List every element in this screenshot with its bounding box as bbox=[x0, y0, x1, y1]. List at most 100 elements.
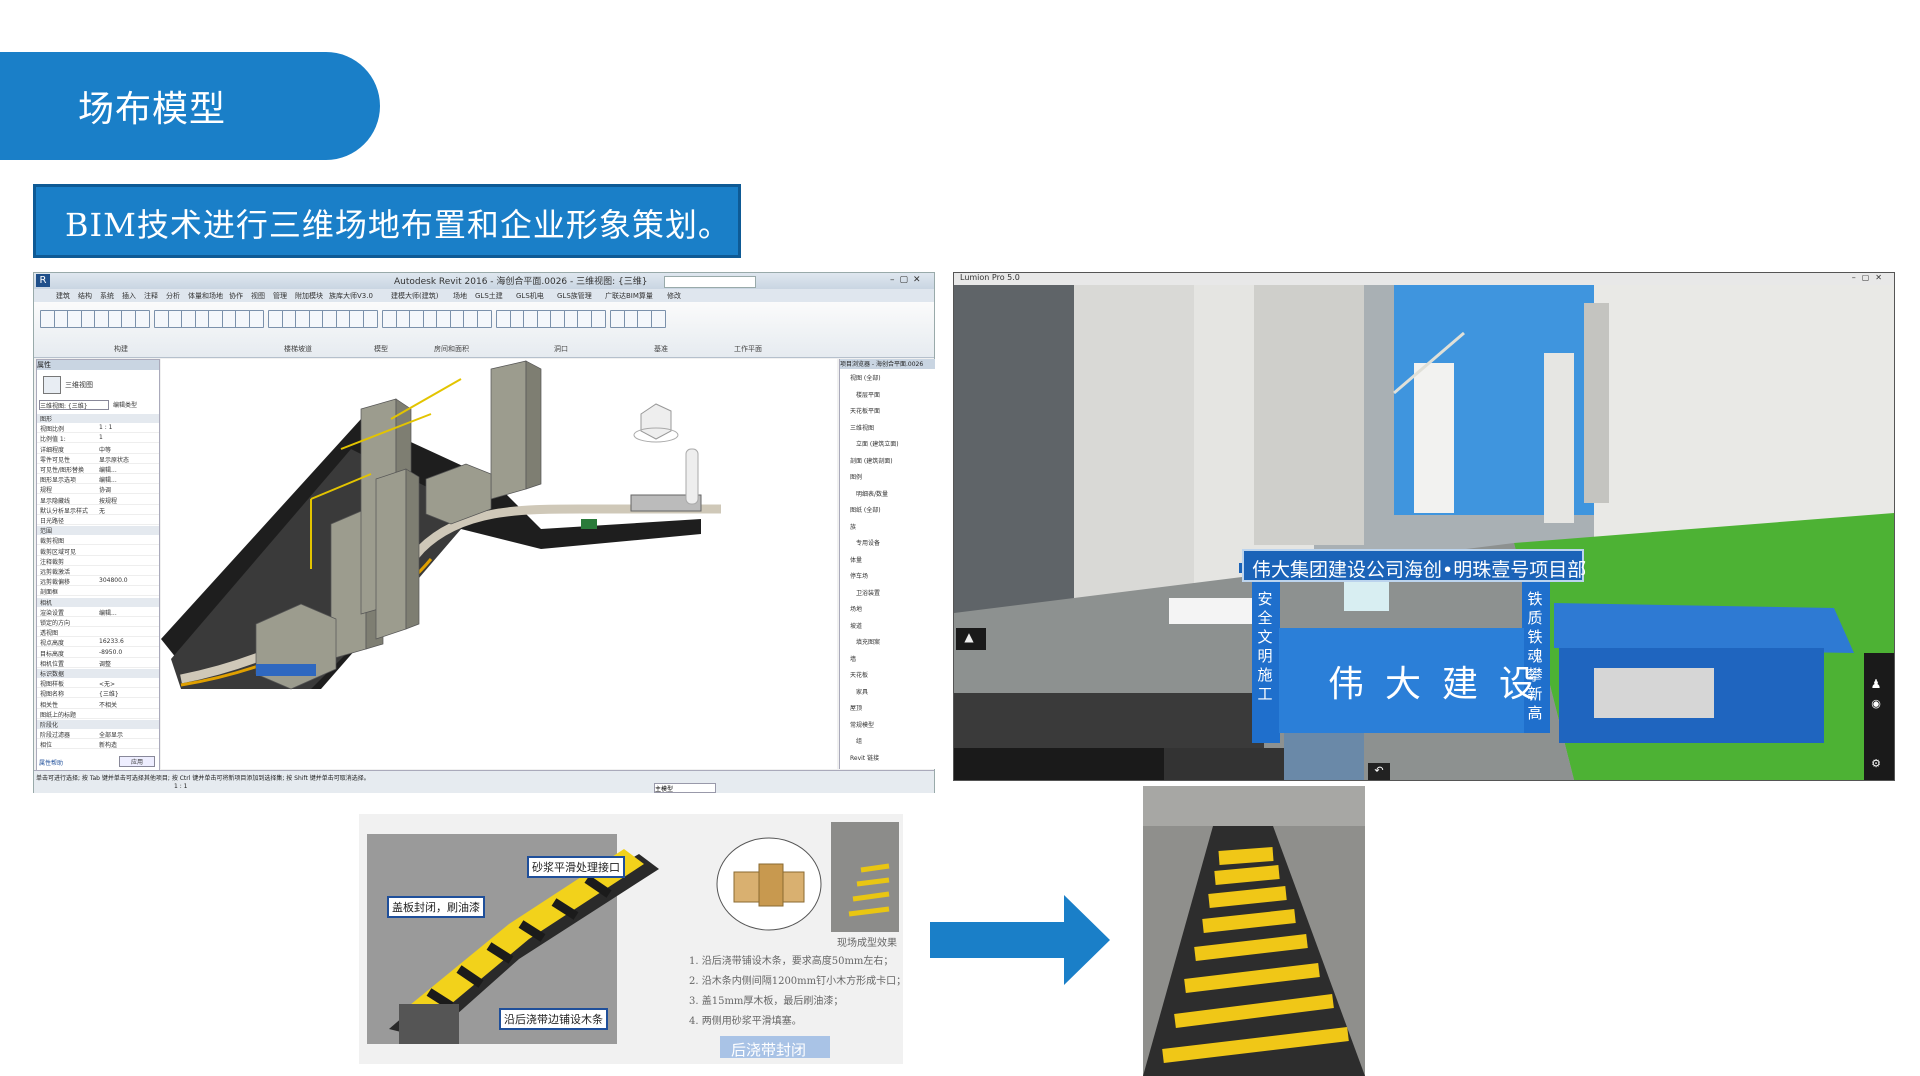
browser-tree-item[interactable]: 明细表/数量 bbox=[856, 489, 888, 498]
property-row[interactable]: 透视图 bbox=[37, 628, 159, 638]
revit-tab[interactable]: 结构 bbox=[78, 291, 92, 301]
browser-tree-item[interactable]: 楼层平面 bbox=[856, 390, 880, 399]
property-row[interactable]: 规程 协调 bbox=[37, 485, 159, 495]
view-selector[interactable]: 三维视图: {三维} bbox=[39, 400, 109, 410]
property-row[interactable]: 裁剪区域可见 bbox=[37, 547, 159, 556]
revit-window-controls[interactable]: –▢✕ bbox=[890, 275, 930, 286]
property-row[interactable]: 远剪裁偏移 304800.0 bbox=[37, 577, 159, 587]
revit-tab[interactable]: 建筑 bbox=[56, 291, 70, 301]
property-row[interactable]: 注释裁剪 bbox=[37, 557, 159, 566]
property-row[interactable]: 阶段过滤器 全部显示 bbox=[37, 730, 159, 740]
property-row[interactable]: 范围 bbox=[37, 526, 159, 536]
revit-tab[interactable]: 注释 bbox=[144, 291, 158, 301]
property-row[interactable]: 相机位置 调整 bbox=[37, 659, 159, 668]
property-row[interactable]: 目标高度 -8950.0 bbox=[37, 649, 159, 658]
revit-tab[interactable]: GLS族管理 bbox=[557, 291, 592, 301]
ribbon-tool-icon[interactable] bbox=[40, 310, 55, 328]
ribbon-tool-icon[interactable] bbox=[362, 310, 378, 328]
ribbon-tool-icon[interactable] bbox=[637, 310, 652, 328]
property-row[interactable]: 视图样板 <无> bbox=[37, 679, 159, 689]
browser-tree-item[interactable]: 立面 (建筑立面) bbox=[856, 439, 899, 448]
browser-tree-item[interactable]: 墙 bbox=[850, 654, 856, 663]
ribbon-tool-icon[interactable] bbox=[382, 310, 397, 328]
property-row[interactable]: 远剪裁激活 bbox=[37, 567, 159, 576]
ribbon-tool-icon[interactable] bbox=[181, 310, 196, 328]
view-scale[interactable]: 1 : 1 bbox=[174, 783, 187, 790]
browser-tree-item[interactable]: 族 bbox=[850, 522, 856, 531]
property-row[interactable]: 详细程度 中等 bbox=[37, 445, 159, 454]
property-row[interactable]: 相关性 不相关 bbox=[37, 700, 159, 709]
revit-tab[interactable]: 体量和场地 bbox=[188, 291, 223, 301]
image-mode-icon[interactable]: ▲ bbox=[959, 630, 979, 648]
revit-logo-icon[interactable]: R bbox=[36, 274, 50, 287]
property-row[interactable]: 剖面框 bbox=[37, 587, 159, 597]
ribbon-tool-icon[interactable] bbox=[322, 310, 337, 328]
revit-tab[interactable]: 修改 bbox=[667, 291, 681, 301]
ribbon-tool-icon[interactable] bbox=[610, 310, 625, 328]
property-row[interactable]: 比例值 1: 1 bbox=[37, 434, 159, 444]
revit-tab[interactable]: GLS机电 bbox=[516, 291, 544, 301]
browser-tree-item[interactable]: 体量 bbox=[850, 555, 862, 564]
browser-tree-item[interactable]: 屋顶 bbox=[850, 703, 862, 712]
ribbon-tool-icon[interactable] bbox=[463, 310, 478, 328]
ribbon-tool-icon[interactable] bbox=[94, 310, 109, 328]
ribbon-tool-icon[interactable] bbox=[577, 310, 592, 328]
property-row[interactable]: 显示隐藏线 按规程 bbox=[37, 496, 159, 505]
property-row[interactable]: 视图比例 1 : 1 bbox=[37, 424, 159, 434]
ribbon-tool-icon[interactable] bbox=[409, 310, 424, 328]
revit-tab[interactable]: 建模大师(建筑) bbox=[391, 291, 438, 301]
browser-tree-item[interactable]: 组 bbox=[856, 736, 862, 745]
browser-tree-item[interactable]: 图例 bbox=[850, 472, 862, 481]
revit-tab[interactable]: 视图 bbox=[251, 291, 265, 301]
browser-tree-item[interactable]: 图纸 (全部) bbox=[850, 505, 881, 514]
edit-type-button[interactable]: 编辑类型 bbox=[113, 400, 137, 409]
revit-tab[interactable]: 分析 bbox=[166, 291, 180, 301]
revit-tab[interactable]: 附加模块 bbox=[295, 291, 323, 301]
property-row[interactable]: 相机 bbox=[37, 597, 159, 607]
property-row[interactable]: 视图名称 {三维} bbox=[37, 689, 159, 699]
ribbon-tool-icon[interactable] bbox=[590, 310, 606, 328]
property-row[interactable]: 零件可见性 显示原状态 bbox=[37, 455, 159, 464]
browser-tree-item[interactable]: 天花板 bbox=[850, 670, 868, 679]
property-row[interactable]: 可见性/图形替换 编辑... bbox=[37, 465, 159, 474]
ribbon-tool-icon[interactable] bbox=[523, 310, 538, 328]
browser-tree-item[interactable]: 家具 bbox=[856, 687, 868, 696]
ribbon-tool-icon[interactable] bbox=[121, 310, 136, 328]
ribbon-tool-icon[interactable] bbox=[476, 310, 492, 328]
revit-tab[interactable]: 协作 bbox=[229, 291, 243, 301]
property-row[interactable]: 相位 新构造 bbox=[37, 740, 159, 750]
revit-search-input[interactable] bbox=[664, 276, 756, 288]
browser-tree-item[interactable]: 常规模型 bbox=[850, 720, 874, 729]
workset-selector[interactable]: 主模型 bbox=[654, 783, 716, 793]
browser-tree-item[interactable]: 专用设备 bbox=[856, 538, 880, 547]
revit-3d-view[interactable] bbox=[161, 359, 837, 769]
property-row[interactable]: 标识数据 bbox=[37, 669, 159, 678]
browser-tree-item[interactable]: 填充图案 bbox=[856, 637, 880, 646]
revit-tab[interactable]: GLS土建 bbox=[475, 291, 503, 301]
settings-icon[interactable]: ⚙ bbox=[1865, 757, 1887, 773]
apply-button[interactable]: 应用 bbox=[119, 756, 155, 767]
property-row[interactable]: 图形 bbox=[37, 414, 159, 423]
revit-tab[interactable]: 插入 bbox=[122, 291, 136, 301]
browser-tree-item[interactable]: 停车场 bbox=[850, 571, 868, 580]
browser-tree-item[interactable]: 剖面 (建筑剖面) bbox=[850, 456, 893, 465]
property-row[interactable]: 阶段化 bbox=[37, 720, 159, 729]
ribbon-tool-icon[interactable] bbox=[154, 310, 169, 328]
property-row[interactable]: 视点高度 16233.6 bbox=[37, 638, 159, 648]
property-row[interactable]: 默认分析显示样式 无 bbox=[37, 506, 159, 515]
back-icon[interactable]: ↶ bbox=[1370, 764, 1388, 778]
browser-tree-item[interactable]: 视图 (全部) bbox=[850, 373, 881, 382]
ribbon-tool-icon[interactable] bbox=[208, 310, 223, 328]
revit-tab[interactable]: 系统 bbox=[100, 291, 114, 301]
walk-mode-icon[interactable]: ♟ bbox=[1865, 677, 1887, 693]
lumion-window-controls[interactable]: –▢✕ bbox=[1852, 273, 1888, 282]
revit-tab[interactable]: 管理 bbox=[273, 291, 287, 301]
property-row[interactable]: 锁定的方向 bbox=[37, 618, 159, 627]
ribbon-tool-icon[interactable] bbox=[67, 310, 82, 328]
ribbon-tool-icon[interactable] bbox=[235, 310, 250, 328]
ribbon-tool-icon[interactable] bbox=[349, 310, 364, 328]
browser-tree-item[interactable]: Revit 链接 bbox=[850, 753, 879, 762]
browser-tree-item[interactable]: 三维视图 bbox=[850, 423, 874, 432]
property-row[interactable]: 渲染设置 编辑... bbox=[37, 608, 159, 617]
ribbon-tool-icon[interactable] bbox=[295, 310, 310, 328]
